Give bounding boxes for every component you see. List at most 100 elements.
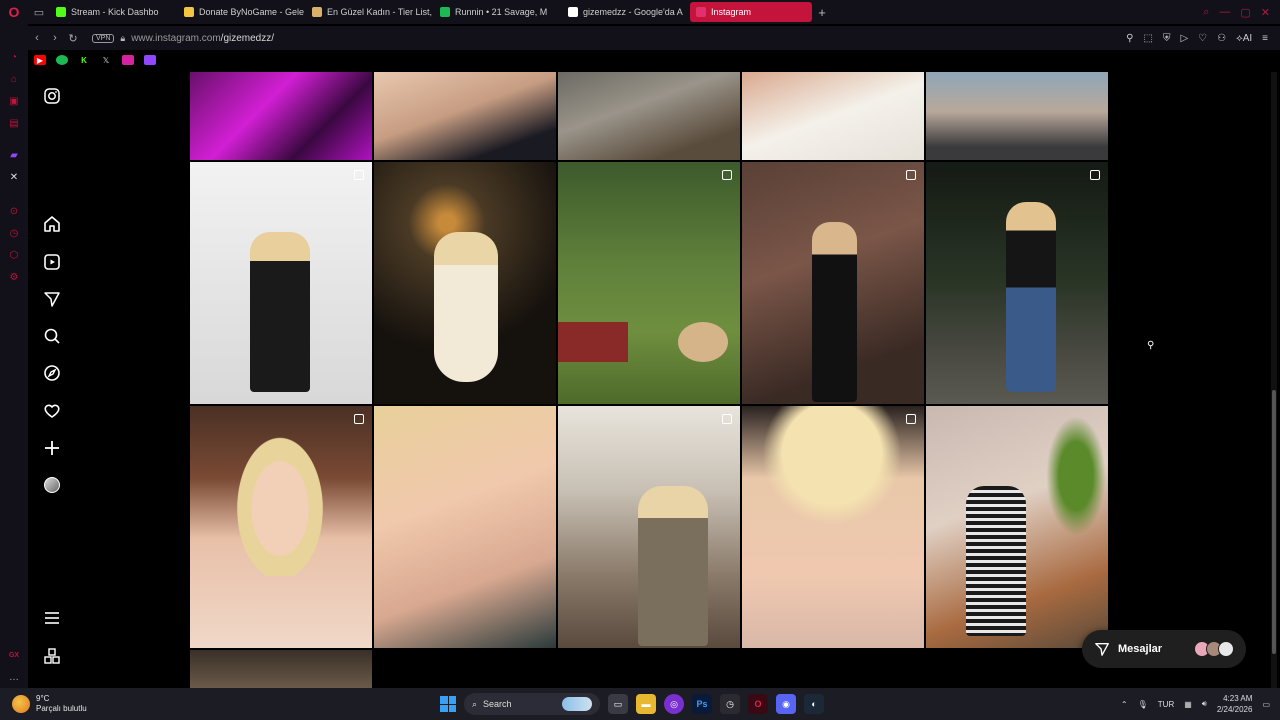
opera-gx-icon[interactable]: O xyxy=(748,694,768,714)
kick-icon[interactable]: K xyxy=(78,55,90,65)
browser-tab[interactable]: Runnin • 21 Savage, M xyxy=(434,2,560,22)
history-icon[interactable]: ◷ xyxy=(7,226,21,240)
post-tile[interactable] xyxy=(742,72,924,160)
explore-icon[interactable] xyxy=(40,361,64,385)
x-side-icon[interactable]: ✕ xyxy=(7,170,21,184)
browser-tab[interactable]: Donate ByNoGame - Gele xyxy=(178,2,304,22)
url-field[interactable]: www.instagram.com/gizemedzz/ xyxy=(131,33,274,44)
maximize-icon[interactable]: ▢ xyxy=(1240,6,1250,19)
post-tile[interactable] xyxy=(558,162,740,404)
gx-icon[interactable]: GX xyxy=(7,648,21,662)
play-icon[interactable]: ▷ xyxy=(1180,33,1188,44)
create-plus-icon[interactable] xyxy=(40,436,64,460)
tab-label: En Güzel Kadın - Tier List, xyxy=(327,7,432,17)
weather-widget[interactable]: 9°C Parçalı bulutlu xyxy=(0,694,200,714)
mail-icon[interactable]: ▤ xyxy=(7,116,21,130)
app-purple-icon[interactable]: ◎ xyxy=(664,694,684,714)
forward-icon[interactable]: › xyxy=(46,32,64,44)
instagram-bookmark-icon[interactable] xyxy=(122,55,134,65)
notifications-icon[interactable]: ▭ xyxy=(1262,700,1270,709)
minimize-icon[interactable]: — xyxy=(1219,6,1230,19)
browser-tab[interactable]: En Güzel Kadın - Tier List, xyxy=(306,2,432,22)
vpn-badge[interactable]: VPN xyxy=(92,33,115,43)
messages-button[interactable]: Mesajlar xyxy=(1082,630,1246,668)
tab-menu-icon[interactable]: ▭ xyxy=(28,0,50,24)
task-view-icon[interactable]: ▭ xyxy=(608,694,628,714)
post-tile[interactable] xyxy=(558,72,740,160)
page-scrollbar[interactable] xyxy=(1271,72,1277,688)
app-timer-icon[interactable]: ◷ xyxy=(720,694,740,714)
post-tile[interactable] xyxy=(926,162,1108,404)
back-icon[interactable]: ‹ xyxy=(28,32,46,44)
home-icon[interactable] xyxy=(40,212,64,236)
profile-avatar[interactable] xyxy=(40,473,64,497)
heart-bookmark-icon[interactable]: ♡ xyxy=(1198,33,1207,44)
speed-dial-icon[interactable]: ◔ xyxy=(7,50,21,64)
discord-icon[interactable]: ◉ xyxy=(776,694,796,714)
post-tile[interactable] xyxy=(374,72,556,160)
new-tab-button[interactable]: + xyxy=(814,5,830,20)
steam-icon[interactable]: ◐ xyxy=(804,694,824,714)
search-icon[interactable] xyxy=(40,324,64,348)
settings-icon[interactable]: ⚙ xyxy=(7,270,21,284)
reload-icon[interactable]: ↻ xyxy=(64,32,82,45)
opera-logo-icon[interactable]: O xyxy=(0,0,28,24)
tab-label: gizemedzz - Google'da A xyxy=(583,7,683,17)
post-tile[interactable] xyxy=(374,162,556,404)
browser-tab[interactable]: Instagram xyxy=(690,2,812,22)
aria-ai-icon[interactable]: ⟡AI xyxy=(1236,33,1252,44)
direct-icon[interactable] xyxy=(40,287,64,311)
post-tile[interactable] xyxy=(190,406,372,648)
reels-icon[interactable] xyxy=(40,250,64,274)
also-from-meta-icon[interactable] xyxy=(40,644,64,668)
youtube-icon[interactable]: ▶ xyxy=(34,55,46,65)
clock[interactable]: 4:23 AM 2/24/2026 xyxy=(1217,693,1253,715)
chevron-up-icon[interactable]: ⌃ xyxy=(1121,700,1128,709)
snapshot-icon[interactable]: ⬚ xyxy=(1143,33,1152,44)
twitch-side-icon[interactable]: ▰ xyxy=(7,148,21,162)
pin-icon[interactable]: ⚲ xyxy=(1126,33,1133,44)
post-tile[interactable] xyxy=(558,406,740,648)
profile-icon[interactable]: ⚇ xyxy=(1217,33,1226,44)
adblock-shield-icon[interactable]: ⛨ xyxy=(1163,33,1171,44)
tab-label: Stream - Kick Dashbo xyxy=(71,7,159,17)
search-tabs-icon[interactable]: ⌕ xyxy=(1203,6,1209,19)
close-window-icon[interactable]: ✕ xyxy=(1261,6,1270,19)
post-tile[interactable] xyxy=(190,162,372,404)
tab-label: Donate ByNoGame - Gele xyxy=(199,7,304,17)
twitch-icon[interactable] xyxy=(144,55,156,65)
microphone-icon[interactable]: 🎙︎ xyxy=(1138,700,1148,709)
extensions-icon[interactable]: ⬡ xyxy=(7,248,21,262)
lock-icon[interactable]: 🔒︎ xyxy=(120,33,125,44)
language-indicator[interactable]: TUR xyxy=(1158,700,1174,709)
file-explorer-icon[interactable]: ▬ xyxy=(636,694,656,714)
search-glyph xyxy=(44,328,60,344)
instagram-logo-icon[interactable] xyxy=(40,84,64,108)
player-icon[interactable]: ⊙ xyxy=(7,204,21,218)
taskbar-search[interactable]: ⌕ Search xyxy=(464,693,600,715)
carousel-icon xyxy=(1090,170,1100,180)
more-icon[interactable]: … xyxy=(7,670,21,684)
bag-icon[interactable]: ⌂ xyxy=(7,72,21,86)
post-tile[interactable] xyxy=(374,406,556,648)
post-tile[interactable] xyxy=(926,72,1108,160)
browser-tab[interactable]: gizemedzz - Google'da A xyxy=(562,2,688,22)
easy-setup-icon[interactable]: ≡ xyxy=(1262,33,1268,44)
post-tile[interactable] xyxy=(742,162,924,404)
browser-tab[interactable]: Stream - Kick Dashbo xyxy=(50,2,176,22)
post-tile[interactable] xyxy=(190,72,372,160)
post-tile[interactable] xyxy=(926,406,1108,648)
post-tile[interactable] xyxy=(190,650,372,688)
start-windows-icon[interactable] xyxy=(440,696,456,712)
address-bar: ‹ › ↻ VPN 🔒︎ www.instagram.com/gizemedzz… xyxy=(28,26,1280,50)
chat-icon[interactable]: ▣ xyxy=(7,94,21,108)
scrollbar-thumb[interactable] xyxy=(1272,390,1276,654)
photoshop-icon[interactable]: Ps xyxy=(692,694,712,714)
x-icon[interactable]: 𝕏 xyxy=(100,55,112,65)
spotify-icon[interactable] xyxy=(56,55,68,65)
notifications-heart-icon[interactable] xyxy=(40,399,64,423)
more-menu-icon[interactable] xyxy=(40,606,64,630)
post-tile[interactable] xyxy=(742,406,924,648)
network-icon[interactable]: ▦ xyxy=(1184,700,1192,709)
volume-icon[interactable]: 🔊︎ xyxy=(1202,699,1207,709)
